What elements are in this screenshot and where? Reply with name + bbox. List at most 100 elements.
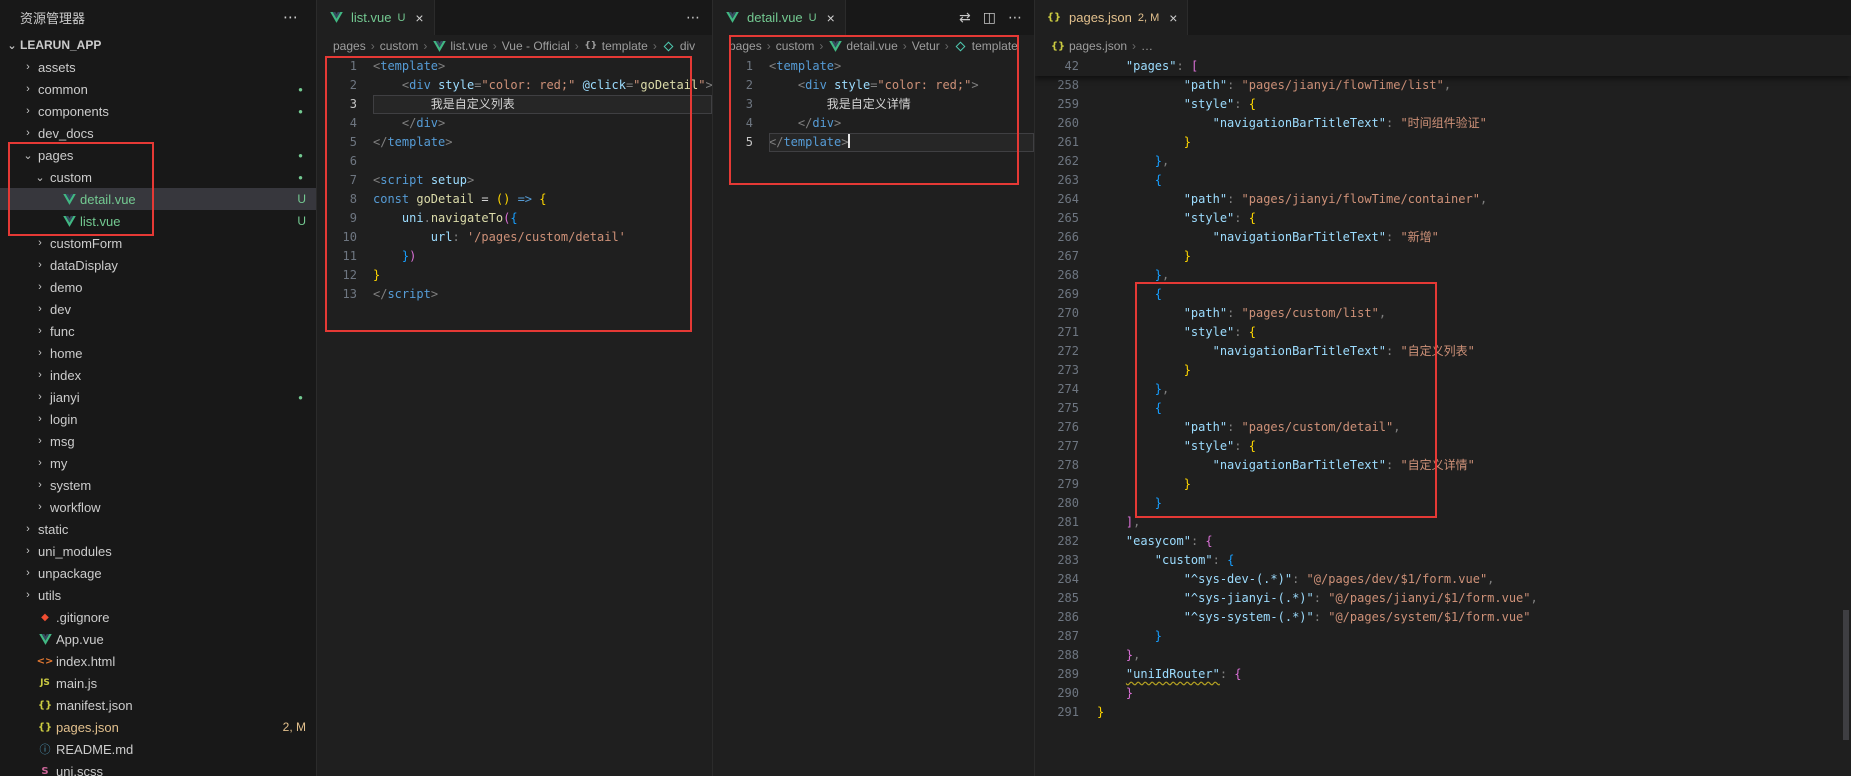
tree-item-manifest.json[interactable]: {}manifest.json bbox=[0, 694, 316, 716]
breadcrumb-item-div[interactable]: div bbox=[662, 39, 695, 53]
code-line[interactable]: 268 }, bbox=[1035, 266, 1851, 285]
code-line[interactable]: 9 uni.navigateTo({ bbox=[317, 209, 712, 228]
code-line[interactable]: 262 }, bbox=[1035, 152, 1851, 171]
tree-item-detail.vue[interactable]: detail.vueU bbox=[0, 188, 316, 210]
close-icon[interactable]: × bbox=[1169, 10, 1177, 26]
tree-item-list.vue[interactable]: list.vueU bbox=[0, 210, 316, 232]
tree-item-components[interactable]: ›components● bbox=[0, 100, 316, 122]
close-icon[interactable]: × bbox=[415, 10, 423, 26]
code-line[interactable]: 12} bbox=[317, 266, 712, 285]
tree-item-static[interactable]: ›static bbox=[0, 518, 316, 540]
code-line[interactable]: 259 "style": { bbox=[1035, 95, 1851, 114]
code-line[interactable]: 277 "style": { bbox=[1035, 437, 1851, 456]
tree-item-jianyi[interactable]: ›jianyi● bbox=[0, 386, 316, 408]
tree-item-pages.json[interactable]: {}pages.json2, M bbox=[0, 716, 316, 738]
code-line[interactable]: 267 } bbox=[1035, 247, 1851, 266]
code-line[interactable]: 276 "path": "pages/custom/detail", bbox=[1035, 418, 1851, 437]
code-line[interactable]: 260 "navigationBarTitleText": "时间组件验证" bbox=[1035, 114, 1851, 133]
breadcrumb-item-Vue - Official[interactable]: Vue - Official bbox=[502, 39, 570, 53]
tree-item-App.vue[interactable]: App.vue bbox=[0, 628, 316, 650]
breadcrumb-item-detail.vue[interactable]: detail.vue bbox=[828, 39, 897, 53]
code-line[interactable]: 1<template> bbox=[317, 57, 712, 76]
code-line[interactable]: 3 我是自定义列表 bbox=[317, 95, 712, 114]
code-line[interactable]: 271 "style": { bbox=[1035, 323, 1851, 342]
code-line[interactable]: 5</template> bbox=[317, 133, 712, 152]
breadcrumb-item-template[interactable]: template bbox=[954, 39, 1018, 53]
code-line[interactable]: 6 bbox=[317, 152, 712, 171]
tree-item-login[interactable]: ›login bbox=[0, 408, 316, 430]
editor-detail-vue[interactable]: 1<template>2 <div style="color: red;">3 … bbox=[713, 57, 1034, 776]
code-line[interactable]: 2 <div style="color: red;"> bbox=[713, 76, 1034, 95]
code-line[interactable]: 11 }) bbox=[317, 247, 712, 266]
code-line[interactable]: 13</script> bbox=[317, 285, 712, 304]
editor-list-vue[interactable]: 1<template>2 <div style="color: red;" @c… bbox=[317, 57, 712, 776]
code-line[interactable]: 275 { bbox=[1035, 399, 1851, 418]
tree-item-unpackage[interactable]: ›unpackage bbox=[0, 562, 316, 584]
tree-item-workflow[interactable]: ›workflow bbox=[0, 496, 316, 518]
code-line[interactable]: 263 { bbox=[1035, 171, 1851, 190]
tree-item-demo[interactable]: ›demo bbox=[0, 276, 316, 298]
more-actions-icon[interactable]: ⋯ bbox=[283, 8, 298, 26]
tree-item-my[interactable]: ›my bbox=[0, 452, 316, 474]
tree-item-uni.scss[interactable]: Suni.scss bbox=[0, 760, 316, 776]
code-line[interactable]: 280 } bbox=[1035, 494, 1851, 513]
tree-item-main.js[interactable]: JSmain.js bbox=[0, 672, 316, 694]
code-line[interactable]: 3 我是自定义详情 bbox=[713, 95, 1034, 114]
more-actions-icon[interactable]: ⋯ bbox=[686, 9, 700, 26]
code-line[interactable]: 7<script setup> bbox=[317, 171, 712, 190]
breadcrumb-item-template[interactable]: {}template bbox=[584, 39, 648, 53]
tab-list-vue[interactable]: list.vue U × bbox=[317, 0, 435, 35]
tab-detail-vue[interactable]: detail.vue U × bbox=[713, 0, 846, 35]
tree-item-msg[interactable]: ›msg bbox=[0, 430, 316, 452]
breadcrumb-item-…[interactable]: … bbox=[1141, 39, 1153, 53]
close-icon[interactable]: × bbox=[827, 10, 835, 26]
breadcrumb-item-pages[interactable]: pages bbox=[333, 39, 366, 53]
code-line[interactable]: 272 "navigationBarTitleText": "自定义列表" bbox=[1035, 342, 1851, 361]
more-actions-icon[interactable]: ⋯ bbox=[1008, 9, 1022, 26]
tree-item-index.html[interactable]: <>index.html bbox=[0, 650, 316, 672]
tree-item-.gitignore[interactable]: ◆.gitignore bbox=[0, 606, 316, 628]
code-line[interactable]: 286 "^sys-system-(.*)": "@/pages/system/… bbox=[1035, 608, 1851, 627]
code-line[interactable]: 290 } bbox=[1035, 684, 1851, 703]
code-line[interactable]: 288 }, bbox=[1035, 646, 1851, 665]
editor-pages-json[interactable]: 42 "pages": [258 "path": "pages/jianyi/f… bbox=[1035, 57, 1851, 776]
tree-item-dataDisplay[interactable]: ›dataDisplay bbox=[0, 254, 316, 276]
code-line[interactable]: 258 "path": "pages/jianyi/flowTime/list"… bbox=[1035, 76, 1851, 95]
tree-item-func[interactable]: ›func bbox=[0, 320, 316, 342]
breadcrumb-item-custom[interactable]: custom bbox=[380, 39, 419, 53]
code-line[interactable]: 265 "style": { bbox=[1035, 209, 1851, 228]
tree-item-common[interactable]: ›common● bbox=[0, 78, 316, 100]
compare-changes-icon[interactable]: ⇄ bbox=[959, 9, 971, 26]
code-line[interactable]: 289 "uniIdRouter": { bbox=[1035, 665, 1851, 684]
tree-item-pages[interactable]: ⌄pages● bbox=[0, 144, 316, 166]
tree-item-utils[interactable]: ›utils bbox=[0, 584, 316, 606]
code-line[interactable]: 10 url: '/pages/custom/detail' bbox=[317, 228, 712, 247]
tree-item-custom[interactable]: ⌄custom● bbox=[0, 166, 316, 188]
tree-item-assets[interactable]: ›assets bbox=[0, 56, 316, 78]
breadcrumb-item-pages[interactable]: pages bbox=[729, 39, 762, 53]
breadcrumb-item-list.vue[interactable]: list.vue bbox=[432, 39, 487, 53]
code-line[interactable]: 261 } bbox=[1035, 133, 1851, 152]
code-line[interactable]: 1<template> bbox=[713, 57, 1034, 76]
code-line[interactable]: 4 </div> bbox=[317, 114, 712, 133]
tree-item-system[interactable]: ›system bbox=[0, 474, 316, 496]
tab-pages-json[interactable]: {} pages.json 2, M × bbox=[1035, 0, 1188, 35]
code-line[interactable]: 2 <div style="color: red;" @click="goDet… bbox=[317, 76, 712, 95]
code-line[interactable]: 291} bbox=[1035, 703, 1851, 722]
breadcrumb-item-pages.json[interactable]: {}pages.json bbox=[1051, 39, 1127, 53]
code-line[interactable]: 4 </div> bbox=[713, 114, 1034, 133]
code-line[interactable]: 282 "easycom": { bbox=[1035, 532, 1851, 551]
code-line[interactable]: 269 { bbox=[1035, 285, 1851, 304]
code-line[interactable]: 5</template> bbox=[713, 133, 1034, 152]
tree-item-home[interactable]: ›home bbox=[0, 342, 316, 364]
breadcrumb-item-custom[interactable]: custom bbox=[776, 39, 815, 53]
code-line[interactable]: 284 "^sys-dev-(.*)": "@/pages/dev/$1/for… bbox=[1035, 570, 1851, 589]
tree-item-dev_docs[interactable]: ›dev_docs bbox=[0, 122, 316, 144]
tree-item-customForm[interactable]: ›customForm bbox=[0, 232, 316, 254]
code-line[interactable]: 8const goDetail = () => { bbox=[317, 190, 712, 209]
tree-item-README.md[interactable]: ⓘREADME.md bbox=[0, 738, 316, 760]
code-line[interactable]: 273 } bbox=[1035, 361, 1851, 380]
code-line[interactable]: 287 } bbox=[1035, 627, 1851, 646]
code-line[interactable]: 274 }, bbox=[1035, 380, 1851, 399]
code-line[interactable]: 278 "navigationBarTitleText": "自定义详情" bbox=[1035, 456, 1851, 475]
